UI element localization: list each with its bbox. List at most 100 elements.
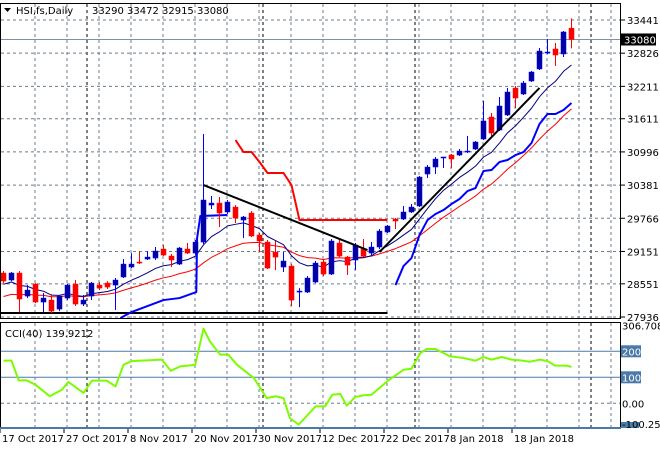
candle-body [440, 156, 447, 159]
candle[interactable] [304, 276, 311, 294]
trading-chart[interactable]: HSI,fs,Daily 33290 33472 32915 33080 CCI… [0, 0, 660, 450]
candle-body [264, 241, 271, 269]
candle-body [384, 225, 391, 233]
candle-body [296, 290, 303, 293]
candle-body [432, 158, 439, 168]
candle-body [328, 240, 335, 275]
chart-ohlc: 33290 33472 32915 33080 [92, 6, 229, 17]
candle-body [256, 234, 263, 242]
y-tick-label: 32211 [627, 82, 659, 93]
current-price-label: 33080 [624, 35, 656, 46]
candle-body [96, 284, 103, 289]
candle-body [232, 206, 239, 219]
candle[interactable] [320, 260, 327, 277]
candle-body [480, 120, 487, 140]
candle[interactable] [328, 239, 335, 276]
candle-body [320, 261, 327, 275]
candle-body [336, 242, 343, 257]
candle-body [8, 272, 15, 281]
candle[interactable] [472, 141, 479, 151]
candle-body [64, 284, 71, 299]
candle[interactable] [64, 284, 71, 301]
candle-body [400, 211, 407, 220]
x-tick-label: 22 Dec 2017 [386, 434, 450, 445]
candle[interactable] [248, 211, 255, 238]
x-tick-label: 12 Dec 2017 [322, 434, 386, 445]
candle-body [424, 166, 431, 175]
candle-body [504, 91, 511, 116]
candle-body [152, 250, 159, 259]
candle-body [352, 244, 359, 261]
candle-body [224, 201, 231, 213]
x-tick-label: 17 Oct 2017 [2, 434, 64, 445]
candle-body [272, 251, 279, 258]
candle-body [16, 272, 23, 300]
chart-background [0, 0, 660, 450]
candle-body [240, 216, 247, 221]
candle-body [392, 218, 399, 222]
candle-body [344, 256, 351, 266]
candle-body [512, 87, 519, 99]
candle-body [0, 272, 7, 282]
candle-body [408, 206, 415, 213]
candle-body [160, 248, 167, 256]
candle-body [112, 279, 119, 286]
candle-body [520, 82, 527, 95]
y-tick-label: 30381 [627, 181, 659, 192]
candle-body [248, 212, 255, 237]
candle-body [72, 283, 79, 305]
candle[interactable] [384, 225, 391, 234]
candle[interactable] [8, 272, 15, 282]
x-tick-label: 18 Jan 2018 [514, 434, 574, 445]
cci-tick-label: -100.258 [622, 420, 660, 431]
candle[interactable] [288, 264, 295, 307]
chart-symbol: HSI,fs,Daily [16, 6, 73, 17]
cci-tick-label: 100 [622, 373, 641, 384]
candle[interactable] [264, 240, 271, 270]
cci-title: CCI(40) 139.9212 [5, 329, 93, 340]
candle-body [32, 283, 39, 303]
candle[interactable] [376, 229, 383, 250]
candle-body [544, 51, 551, 54]
candle-body [144, 256, 151, 260]
candle[interactable] [536, 48, 543, 71]
candle[interactable] [0, 271, 7, 284]
candle[interactable] [312, 261, 319, 284]
candle-body [176, 247, 183, 265]
candle-body [192, 241, 199, 254]
candle-body [280, 260, 287, 268]
y-tick-label: 33441 [627, 16, 659, 27]
y-tick-label: 29151 [627, 247, 659, 258]
candle[interactable] [520, 81, 527, 95]
candle[interactable] [72, 280, 79, 307]
candle-body [200, 199, 207, 243]
candle-body [472, 141, 479, 150]
candle[interactable] [504, 88, 511, 117]
y-tick-label: 32826 [627, 49, 659, 60]
candle[interactable] [528, 70, 535, 82]
candle-body [488, 116, 495, 134]
candle-body [304, 277, 311, 293]
candle[interactable] [32, 283, 39, 304]
cci-tick-label: 306.7083 [622, 322, 660, 333]
candle[interactable] [176, 247, 183, 266]
y-tick-label: 30996 [627, 148, 659, 159]
candle-body [216, 202, 223, 214]
candle[interactable] [56, 295, 63, 312]
candle-body [528, 71, 535, 82]
candle-body [448, 154, 455, 160]
candle-body [416, 176, 423, 207]
candle[interactable] [192, 240, 199, 256]
x-tick-label: 27 Oct 2017 [66, 434, 128, 445]
candle[interactable] [224, 200, 231, 215]
x-tick-label: 8 Jan 2018 [450, 434, 504, 445]
candle-body [184, 248, 191, 254]
candle-body [24, 289, 31, 297]
candle-body [80, 299, 87, 305]
x-tick-label: 30 Nov 2017 [258, 434, 322, 445]
candle[interactable] [416, 176, 423, 208]
candle-body [552, 48, 559, 56]
candle-body [56, 295, 63, 310]
candle-body [288, 265, 295, 301]
candle[interactable] [560, 31, 567, 58]
